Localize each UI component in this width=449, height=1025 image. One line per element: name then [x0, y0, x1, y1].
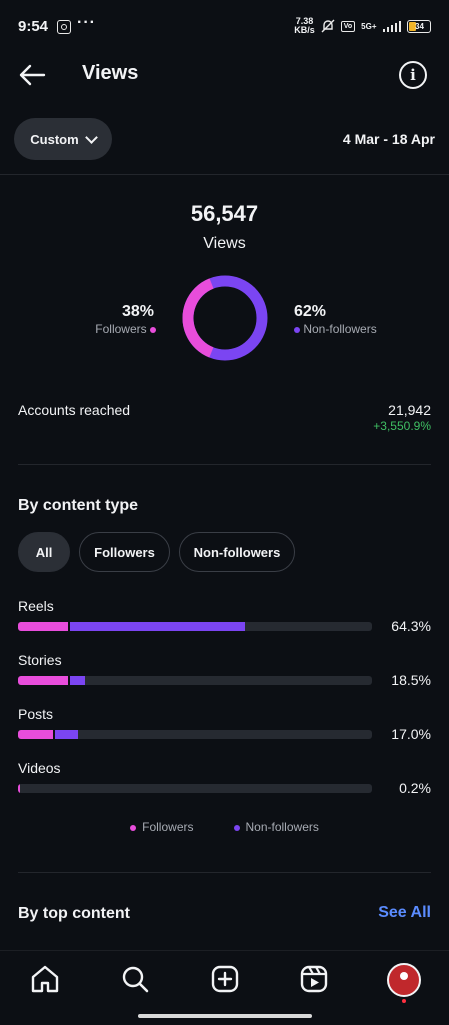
home-indicator[interactable] — [138, 1014, 312, 1018]
profile-avatar[interactable] — [387, 963, 421, 997]
followers-bar-segment — [18, 676, 68, 685]
date-range: 4 Mar - 18 Apr — [342, 131, 435, 147]
chevron-down-icon — [84, 130, 98, 144]
content-type-row-posts: Posts 17.0% — [18, 706, 431, 746]
app-header: Views i — [0, 56, 449, 94]
content-type-title: By content type — [18, 497, 139, 514]
content-type-percent: 17.0% — [391, 726, 431, 742]
reels-icon[interactable] — [298, 963, 330, 995]
followers-bar-segment — [18, 622, 68, 631]
battery-level: 34 — [415, 21, 424, 31]
notification-dot — [402, 999, 406, 1003]
donut-followers-segment — [182, 275, 268, 361]
divider — [18, 464, 431, 465]
followers-dot — [130, 824, 137, 831]
see-all-link[interactable]: See All — [378, 904, 431, 922]
info-icon[interactable]: i — [399, 61, 427, 89]
divider — [0, 174, 449, 175]
legend-nonfollowers: Non-followers — [233, 820, 319, 834]
custom-range-dropdown[interactable]: Custom — [14, 118, 112, 160]
content-type-row-stories: Stories 18.5% — [18, 652, 431, 692]
more-notifications-icon: ··· — [77, 14, 96, 31]
followers-percent: 38% — [121, 303, 154, 320]
status-time: 9:54 — [18, 18, 49, 35]
mute-icon — [321, 19, 335, 33]
followers-bar-segment — [18, 784, 20, 793]
top-content-title: By top content — [18, 905, 130, 922]
status-icons: 7.38 KB/s Vo 5G+ 34 — [294, 17, 431, 35]
total-views-label: Views — [203, 235, 246, 252]
back-arrow-icon[interactable] — [18, 64, 46, 86]
date-range-row: Custom 4 Mar - 18 Apr — [0, 118, 449, 162]
content-type-label: Stories — [18, 652, 62, 668]
followers-dot — [150, 326, 156, 333]
nonfollowers-percent: 62% — [294, 303, 327, 320]
page-title: Views — [82, 62, 139, 84]
accounts-reached-value: 21,942 — [388, 402, 431, 418]
filter-followers[interactable]: Followers — [79, 532, 170, 572]
network-speed: 7.38 KB/s — [294, 17, 315, 35]
nonfollowers-dot — [233, 824, 240, 831]
status-bar: 9:54 ··· 7.38 KB/s Vo 5G+ 34 — [0, 0, 449, 56]
content-type-legend: Followers Non-followers — [0, 820, 449, 834]
accounts-reached-label: Accounts reached — [18, 402, 131, 418]
battery-icon: 34 — [407, 19, 431, 33]
total-views: 56,547 — [190, 201, 259, 226]
content-type-row-reels: Reels 64.3% — [18, 598, 431, 638]
content-type-bar-track — [18, 676, 372, 685]
filter-nonfollowers[interactable]: Non-followers — [179, 532, 295, 572]
nonfollowers-bar-segment — [53, 730, 79, 739]
search-icon[interactable] — [119, 963, 151, 995]
network-type: 5G+ — [361, 21, 377, 31]
content-type-label: Reels — [18, 598, 54, 614]
content-type-label: Posts — [18, 706, 54, 722]
create-icon[interactable] — [209, 963, 241, 995]
nonfollowers-bar-segment — [67, 676, 86, 685]
legend-nonfollowers-label: Non-followers — [245, 820, 319, 834]
nonfollowers-bar-segment — [67, 622, 245, 631]
content-type-bar-track — [18, 784, 372, 793]
content-type-label: Videos — [18, 760, 61, 776]
followers-legend: Followers — [0, 322, 156, 336]
content-type-row-videos: Videos 0.2% — [18, 760, 431, 800]
content-type-filter: All Followers Non-followers — [18, 532, 295, 572]
nonfollowers-label: Non-followers — [303, 322, 377, 336]
legend-followers-label: Followers — [142, 820, 194, 834]
instagram-notification-icon — [57, 20, 71, 34]
content-type-bar-track — [18, 730, 372, 739]
home-icon[interactable] — [29, 963, 61, 995]
network-speed-unit: KB/s — [294, 25, 315, 35]
views-donut-chart — [182, 275, 268, 361]
filter-all[interactable]: All — [18, 532, 70, 572]
nonfollowers-dot — [294, 326, 300, 333]
content-type-bar-track — [18, 622, 372, 631]
custom-range-label: Custom — [30, 131, 79, 147]
volte-icon: Vo — [340, 20, 356, 32]
content-type-percent: 18.5% — [391, 672, 431, 688]
signal-icon — [382, 20, 401, 32]
followers-label: Followers — [95, 322, 147, 336]
content-type-percent: 64.3% — [391, 618, 431, 634]
nonfollowers-legend: Non-followers — [294, 322, 377, 336]
accounts-reached-change: +3,550.9% — [373, 419, 431, 433]
divider — [18, 872, 431, 873]
content-type-percent: 0.2% — [399, 780, 431, 796]
legend-followers: Followers — [130, 820, 194, 834]
followers-bar-segment — [18, 730, 54, 739]
